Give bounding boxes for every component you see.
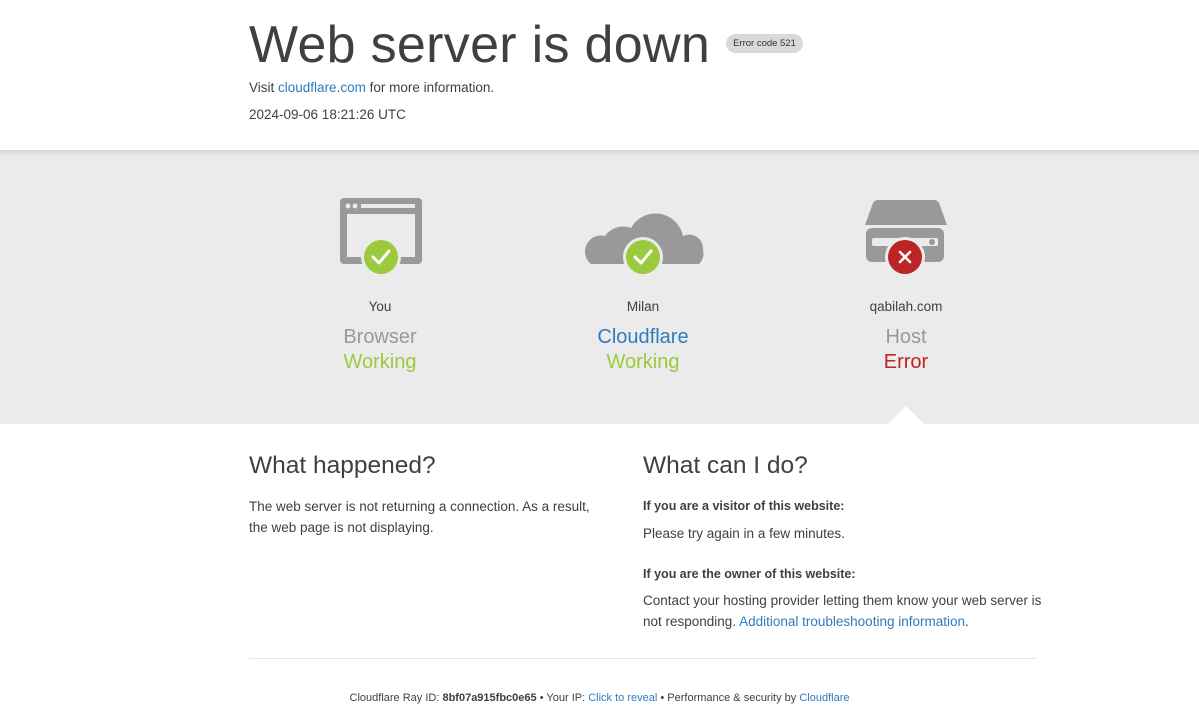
status-label: Working bbox=[606, 351, 680, 373]
owner-heading: If you are the owner of this website: bbox=[643, 567, 856, 581]
visitor-body: Please try again in a few minutes. bbox=[643, 526, 845, 541]
cloudflare-link[interactable]: cloudflare.com bbox=[278, 80, 366, 95]
visitor-heading: If you are a visitor of this website: bbox=[643, 499, 845, 513]
status-band: You Browser Working Milan Cloudflare Wor… bbox=[0, 150, 1199, 424]
what-happened-heading: What happened? bbox=[249, 452, 436, 479]
browser-icon bbox=[340, 198, 422, 277]
status-column-browser: You Browser Working bbox=[260, 150, 500, 424]
page-title: Web server is down bbox=[249, 16, 711, 74]
separator: • bbox=[660, 692, 665, 704]
check-icon bbox=[361, 237, 401, 277]
cloudflare-footer-link[interactable]: Cloudflare bbox=[799, 692, 849, 704]
what-happened-body: The web server is not returning a connec… bbox=[249, 499, 590, 535]
status-column-host: qabilah.com Host Error bbox=[786, 150, 1026, 424]
location-label: You bbox=[368, 299, 392, 314]
host-pointer-arrow bbox=[888, 406, 924, 424]
status-column-cloudflare: Milan Cloudflare Working bbox=[523, 150, 763, 424]
visit-line: Visit cloudflare.com for more informatio… bbox=[249, 80, 494, 95]
cloud-icon bbox=[584, 213, 704, 277]
timestamp: 2024-09-06 18:21:26 UTC bbox=[249, 107, 406, 122]
server-icon bbox=[865, 200, 947, 277]
ip-label: Your IP: bbox=[546, 692, 586, 704]
reveal-ip-link[interactable]: Click to reveal bbox=[588, 692, 657, 704]
footer: Cloudflare Ray ID: 8bf07a915fbc0e65 • Yo… bbox=[0, 692, 1199, 704]
page-header: Web server is down Error code 521 Visit … bbox=[0, 0, 1199, 150]
footer-divider bbox=[249, 658, 1037, 659]
owner-body-paragraph: Contact your hosting provider letting th… bbox=[643, 590, 1043, 632]
title-row: Web server is down Error code 521 bbox=[249, 14, 803, 76]
performance-label: Performance & security by bbox=[667, 692, 797, 704]
visit-suffix: for more information. bbox=[369, 80, 495, 95]
kind-label: Browser bbox=[343, 326, 417, 348]
location-label: qabilah.com bbox=[869, 299, 943, 314]
owner-link-suffix: . bbox=[965, 614, 969, 629]
cloudflare-link-kind[interactable]: Cloudflare bbox=[523, 326, 763, 349]
ray-label: Cloudflare Ray ID: bbox=[349, 692, 440, 704]
troubleshooting-link[interactable]: Additional troubleshooting information bbox=[739, 614, 965, 629]
visit-prefix: Visit bbox=[249, 80, 275, 95]
ray-id: 8bf07a915fbc0e65 bbox=[442, 692, 537, 704]
location-label: Milan bbox=[626, 299, 660, 314]
separator: • bbox=[539, 692, 544, 704]
what-can-i-do-heading: What can I do? bbox=[643, 452, 808, 479]
status-label: Error bbox=[883, 351, 929, 373]
error-code-badge: Error code 521 bbox=[726, 33, 803, 53]
kind-label: Host bbox=[885, 326, 927, 348]
status-label: Working bbox=[343, 351, 417, 373]
check-icon bbox=[623, 237, 663, 277]
x-icon bbox=[885, 237, 925, 277]
